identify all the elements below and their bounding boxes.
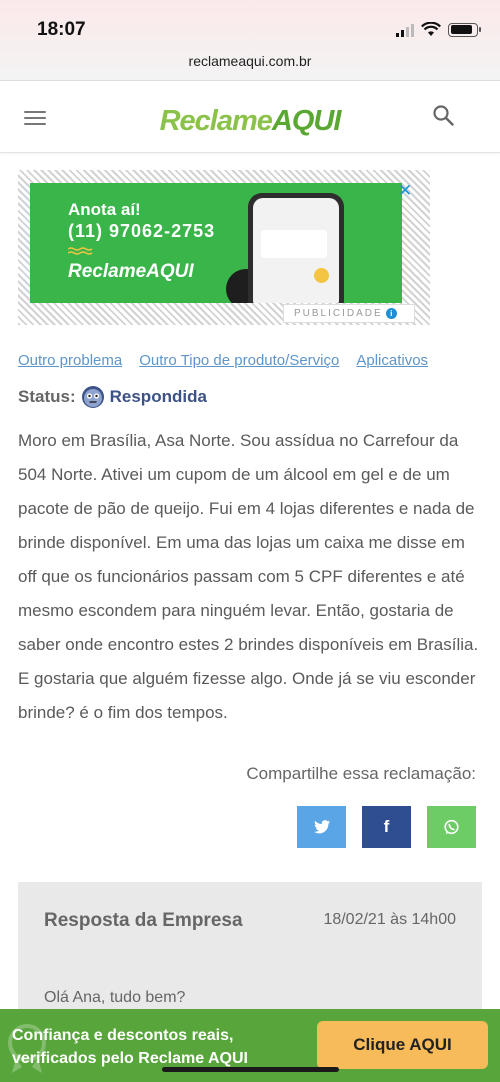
complaint-status: Status: Respondida	[18, 385, 207, 409]
ad-label[interactable]: PUBLICIDADE i	[283, 304, 415, 323]
facebook-share-button[interactable]: f	[362, 806, 411, 848]
ad-phone-number: (11) 97062-2753	[68, 221, 216, 241]
facebook-icon: f	[383, 817, 390, 836]
browser-top-bar: 18:07 reclameaqui.com.br	[0, 0, 500, 81]
twitter-icon	[313, 820, 330, 834]
advertisement[interactable]: Anota aí! (11) 97062-2753 ReclameAQUI ✕ …	[18, 170, 430, 325]
system-icons	[396, 22, 481, 37]
close-icon[interactable]: ✕	[398, 182, 412, 199]
neutral-face-icon	[81, 386, 104, 408]
whatsapp-icon	[444, 819, 459, 834]
response-title: Resposta da Empresa	[44, 910, 243, 931]
ad-brand: ReclameAQUI	[68, 261, 194, 282]
search-icon[interactable]	[433, 105, 454, 126]
banner-text: Confiança e descontos reais, verificados…	[12, 1027, 248, 1067]
category-links: Outro problema Outro Tipo de produto/Ser…	[18, 352, 428, 369]
battery-icon	[448, 22, 481, 37]
category-link[interactable]: Aplicativos	[356, 352, 428, 369]
logo-part1: Reclame	[159, 105, 273, 137]
whatsapp-share-button[interactable]	[427, 806, 476, 848]
status-value: Respondida	[109, 387, 207, 406]
category-link[interactable]: Outro Tipo de produto/Serviço	[139, 352, 339, 369]
cta-button[interactable]: Clique AQUI	[317, 1021, 488, 1069]
category-link[interactable]: Outro problema	[18, 352, 122, 369]
wifi-icon	[421, 22, 441, 36]
info-icon[interactable]: i	[385, 307, 397, 319]
twitter-share-button[interactable]	[297, 806, 346, 848]
share-label: Compartilhe essa reclamação:	[246, 764, 476, 783]
status-label: Status:	[18, 387, 76, 406]
wave-icon	[68, 247, 93, 255]
complaint-text: Moro em Brasília, Asa Norte. Sou assídua…	[18, 431, 479, 722]
site-header: ReclameAQUI	[0, 81, 500, 153]
ad-banner[interactable]: Anota aí! (11) 97062-2753 ReclameAQUI	[30, 183, 402, 303]
logo[interactable]: ReclameAQUI	[0, 105, 500, 138]
response-date: 18/02/21 às 14h00	[323, 911, 456, 928]
response-greeting: Olá Ana, tudo bem?	[44, 989, 186, 1006]
logo-part2: AQUI	[271, 105, 341, 137]
home-indicator[interactable]	[162, 1067, 339, 1072]
ad-headline: Anota aí!	[68, 200, 141, 219]
clock: 18:07	[37, 19, 86, 40]
cellular-signal-icon	[396, 23, 414, 37]
address-bar[interactable]: reclameaqui.com.br	[0, 53, 500, 69]
phone-illustration	[248, 193, 344, 303]
emoji-icon	[314, 268, 329, 283]
